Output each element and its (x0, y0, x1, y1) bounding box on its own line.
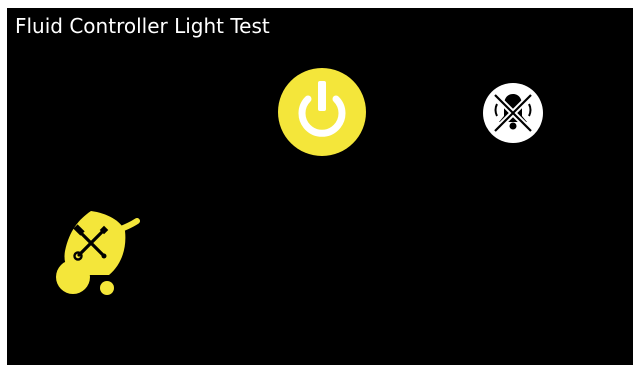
service-tools-icon (56, 211, 140, 295)
alarm-mute-icon (483, 83, 543, 143)
alarm-mute-button[interactable] (482, 82, 544, 144)
power-icon (278, 68, 366, 156)
page-title: Fluid Controller Light Test (15, 14, 270, 38)
power-button[interactable] (277, 67, 367, 157)
light-test-screen: Fluid Controller Light Test (7, 8, 633, 365)
service-tools-button[interactable] (51, 205, 141, 297)
